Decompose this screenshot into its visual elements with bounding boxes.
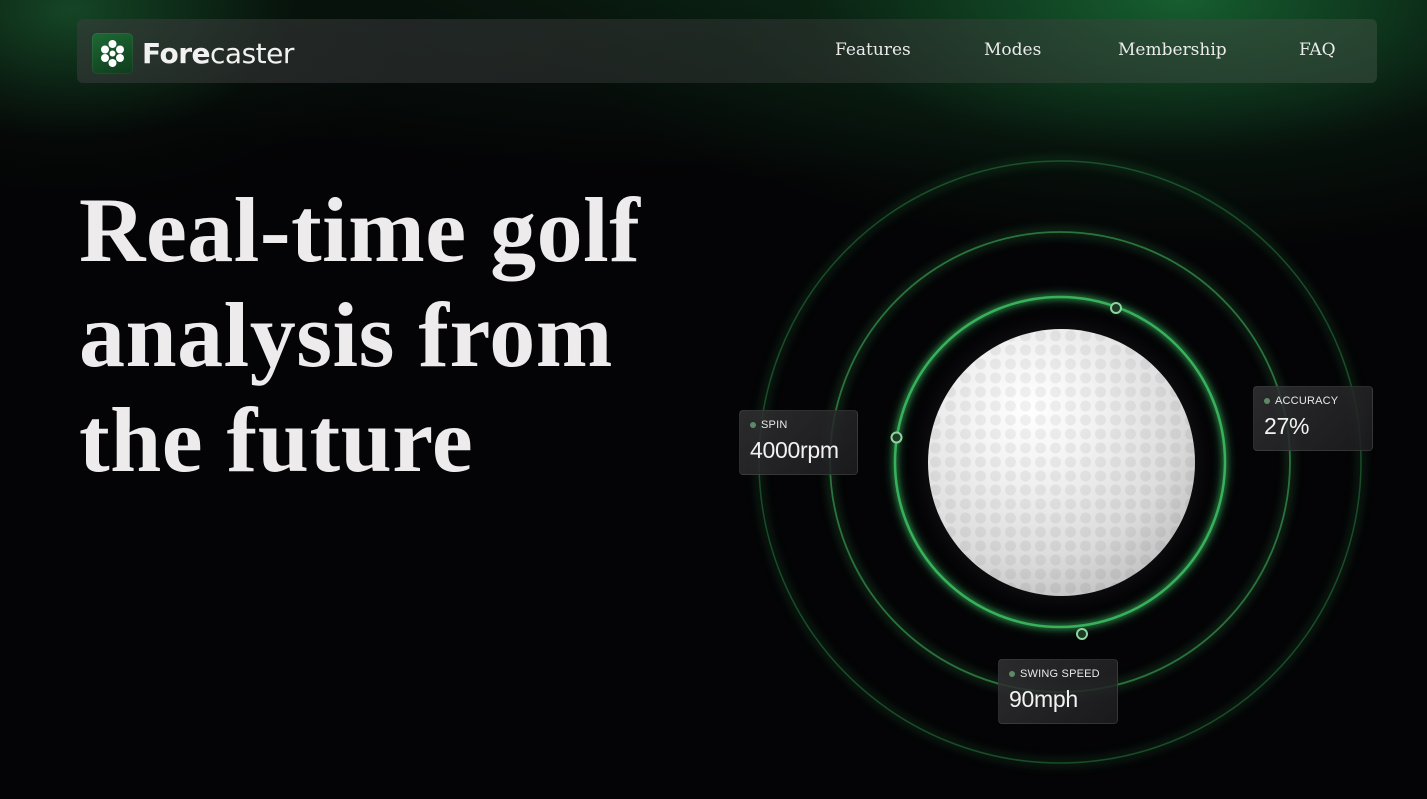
stat-value-spin: 4000rpm bbox=[750, 437, 839, 463]
ring-node-left bbox=[890, 431, 903, 444]
hero-headline-line-2: analysis from bbox=[79, 284, 613, 386]
status-dot-icon bbox=[1009, 671, 1015, 677]
hero-headline-line-3: the future bbox=[79, 389, 474, 491]
top-nav: Forecaster Features Modes Membership FAQ bbox=[77, 19, 1377, 83]
stat-value-swing-speed: 90mph bbox=[1009, 686, 1078, 712]
status-dot-icon bbox=[750, 422, 756, 428]
ring-node-top bbox=[1110, 302, 1122, 314]
ring-node-bottom bbox=[1076, 628, 1088, 640]
golf-ball-image bbox=[928, 329, 1195, 596]
nav-link-faq[interactable]: FAQ bbox=[1299, 40, 1336, 60]
stat-label-swing-speed-text: SWING SPEED bbox=[1020, 668, 1100, 680]
golf-ball-dimples bbox=[928, 329, 1195, 596]
stat-card-spin: SPIN 4000rpm bbox=[739, 410, 858, 475]
page: Forecaster Features Modes Membership FAQ… bbox=[0, 0, 1427, 799]
hero-headline: Real-time golf analysis from the future bbox=[79, 178, 719, 493]
hero-headline-line-1: Real-time golf bbox=[79, 179, 641, 281]
stat-label-accuracy-text: ACCURACY bbox=[1275, 395, 1339, 407]
stat-label-accuracy: ACCURACY bbox=[1264, 395, 1362, 407]
stat-label-spin: SPIN bbox=[750, 419, 847, 431]
stat-label-spin-text: SPIN bbox=[761, 419, 788, 431]
nav-link-features[interactable]: Features bbox=[835, 40, 911, 60]
stat-card-swing-speed: SWING SPEED 90mph bbox=[998, 659, 1118, 724]
nav-link-modes[interactable]: Modes bbox=[984, 40, 1041, 60]
stat-label-swing-speed: SWING SPEED bbox=[1009, 668, 1107, 680]
status-dot-icon bbox=[1264, 398, 1270, 404]
stat-value-accuracy: 27% bbox=[1264, 413, 1310, 439]
logo-link[interactable]: Forecaster bbox=[92, 32, 294, 74]
stat-card-accuracy: ACCURACY 27% bbox=[1253, 386, 1373, 451]
nav-link-membership[interactable]: Membership bbox=[1118, 40, 1227, 60]
logo-wordmark: Forecaster bbox=[142, 36, 294, 70]
logo-icon bbox=[92, 32, 133, 74]
